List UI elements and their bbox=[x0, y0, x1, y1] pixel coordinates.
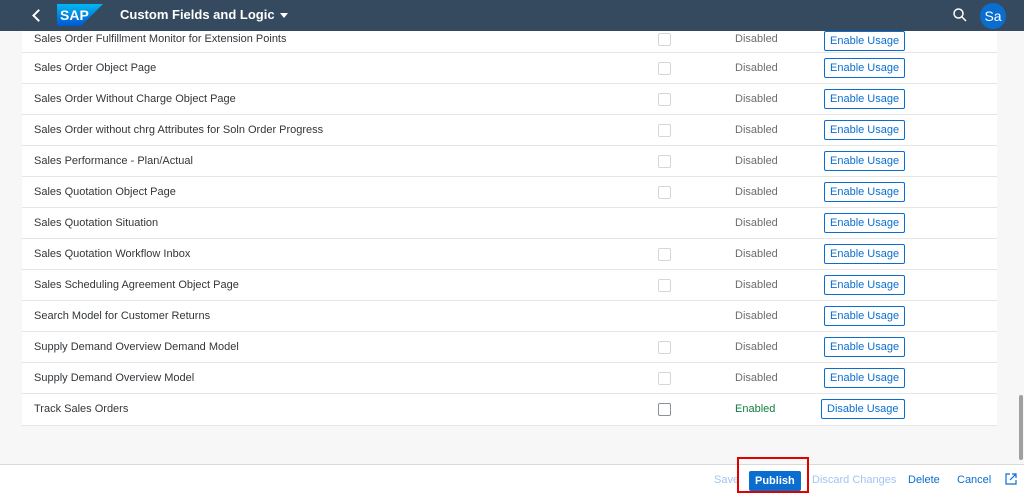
table-row: Sales Order Fulfillment Monitor for Exte… bbox=[22, 31, 997, 53]
row-name: Sales Performance - Plan/Actual bbox=[34, 155, 193, 167]
row-checkbox[interactable] bbox=[658, 93, 671, 106]
enable-usage-button[interactable]: Enable Usage bbox=[824, 31, 906, 51]
cancel-button[interactable]: Cancel bbox=[957, 474, 991, 486]
enable-usage-button[interactable]: Enable Usage bbox=[824, 306, 906, 326]
row-checkbox[interactable] bbox=[658, 186, 671, 199]
status-text: Disabled bbox=[735, 341, 778, 353]
row-name: Search Model for Customer Returns bbox=[34, 310, 211, 322]
row-name: Sales Quotation Situation bbox=[34, 217, 159, 229]
table-row: Sales Quotation Situation Disabled Enable … bbox=[22, 208, 997, 239]
row-checkbox[interactable] bbox=[658, 33, 671, 46]
row-checkbox[interactable] bbox=[658, 403, 671, 416]
table-row: Sales Order Object Page Disabled Enable Us… bbox=[22, 53, 997, 84]
back-arrow-icon[interactable] bbox=[28, 5, 46, 25]
status-text: Disabled bbox=[735, 62, 778, 74]
status-text: Disabled bbox=[735, 186, 778, 198]
avatar[interactable]: Sa bbox=[980, 3, 1006, 29]
row-checkbox[interactable] bbox=[658, 62, 671, 75]
share-icon[interactable] bbox=[1005, 473, 1017, 485]
enable-usage-button[interactable]: Enable Usage bbox=[824, 89, 906, 109]
row-name: Sales Order Fulfillment Monitor for Exte… bbox=[34, 33, 287, 45]
row-checkbox[interactable] bbox=[658, 248, 671, 261]
sap-logo: SAP bbox=[57, 4, 103, 26]
status-text: Disabled bbox=[735, 93, 778, 105]
table-row: Sales Quotation Workflow Inbox Disabled En… bbox=[22, 239, 997, 270]
status-text: Disabled bbox=[735, 279, 778, 291]
search-icon[interactable] bbox=[952, 7, 968, 23]
row-name: Sales Order Object Page bbox=[34, 62, 157, 74]
enable-usage-button[interactable]: Enable Usage bbox=[824, 151, 906, 171]
shell-bar: SAP Custom Fields and Logic Sa bbox=[0, 0, 1024, 31]
enable-usage-button[interactable]: Enable Usage bbox=[824, 337, 906, 357]
footer-toolbar: Save Publish Discard Changes Delete Canc… bbox=[0, 464, 1024, 493]
row-checkbox[interactable] bbox=[658, 155, 671, 168]
row-name: Sales Scheduling Agreement Object Page bbox=[34, 279, 239, 291]
delete-button[interactable]: Delete bbox=[908, 474, 940, 486]
discard-changes-button[interactable]: Discard Changes bbox=[812, 474, 896, 486]
status-text: Disabled bbox=[735, 124, 778, 136]
row-name: Sales Quotation Object Page bbox=[34, 186, 176, 198]
row-name: Sales Order without chrg Attributes for … bbox=[34, 124, 324, 136]
row-name: Track Sales Orders bbox=[34, 403, 129, 415]
table-row: Search Model for Customer Returns Disable… bbox=[22, 301, 997, 332]
enable-usage-button[interactable]: Enable Usage bbox=[824, 275, 906, 295]
table-row: Sales Quotation Object Page Disabled Enabl… bbox=[22, 177, 997, 208]
table-row: Sales Scheduling Agreement Object Page Di… bbox=[22, 270, 997, 301]
table-row: Sales Performance - Plan/Actual Disabled E… bbox=[22, 146, 997, 177]
chevron-down-icon bbox=[279, 13, 288, 18]
save-button[interactable]: Save bbox=[714, 474, 739, 486]
app-title-menu[interactable]: Custom Fields and Logic bbox=[120, 7, 288, 22]
enable-usage-button[interactable]: Enable Usage bbox=[824, 368, 906, 388]
row-name: Supply Demand Overview Model bbox=[34, 372, 195, 384]
row-name: Supply Demand Overview Demand Model bbox=[34, 341, 239, 353]
app-title: Custom Fields and Logic bbox=[120, 7, 275, 22]
row-checkbox[interactable] bbox=[658, 341, 671, 354]
row-checkbox[interactable] bbox=[658, 372, 671, 385]
enable-usage-button[interactable]: Enable Usage bbox=[824, 213, 906, 233]
row-checkbox[interactable] bbox=[658, 124, 671, 137]
table-row: Supply Demand Overview Demand Model Disab… bbox=[22, 332, 997, 363]
enable-usage-button[interactable]: Enable Usage bbox=[824, 58, 906, 78]
publish-highlight-box bbox=[737, 457, 809, 493]
status-text: Disabled bbox=[735, 248, 778, 260]
status-text: Disabled bbox=[735, 310, 778, 322]
row-checkbox[interactable] bbox=[658, 279, 671, 292]
enable-usage-button[interactable]: Enable Usage bbox=[824, 244, 906, 264]
table-row: Sales Order without chrg Attributes for … bbox=[22, 115, 997, 146]
row-name: Sales Order Without Charge Object Page bbox=[34, 93, 236, 105]
status-text: Disabled bbox=[735, 372, 778, 384]
status-text: Disabled bbox=[735, 217, 778, 229]
extension-points-table: Sales Order Fulfillment Monitor for Exte… bbox=[22, 31, 997, 426]
status-text: Disabled bbox=[735, 33, 778, 45]
status-text: Enabled bbox=[735, 403, 776, 415]
enable-usage-button[interactable]: Enable Usage bbox=[824, 120, 906, 140]
table-row: Sales Order Without Charge Object Page Di… bbox=[22, 84, 997, 115]
status-text: Disabled bbox=[735, 155, 778, 167]
disable-usage-button[interactable]: Disable Usage bbox=[821, 399, 905, 419]
table-row: Supply Demand Overview Model Disabled Enab… bbox=[22, 363, 997, 394]
scrollbar[interactable] bbox=[1019, 395, 1023, 460]
table-row: Track Sales Orders Enabled Disable Usage bbox=[22, 394, 997, 425]
svg-text:SAP: SAP bbox=[60, 7, 89, 23]
row-name: Sales Quotation Workflow Inbox bbox=[34, 248, 191, 260]
enable-usage-button[interactable]: Enable Usage bbox=[824, 182, 906, 202]
